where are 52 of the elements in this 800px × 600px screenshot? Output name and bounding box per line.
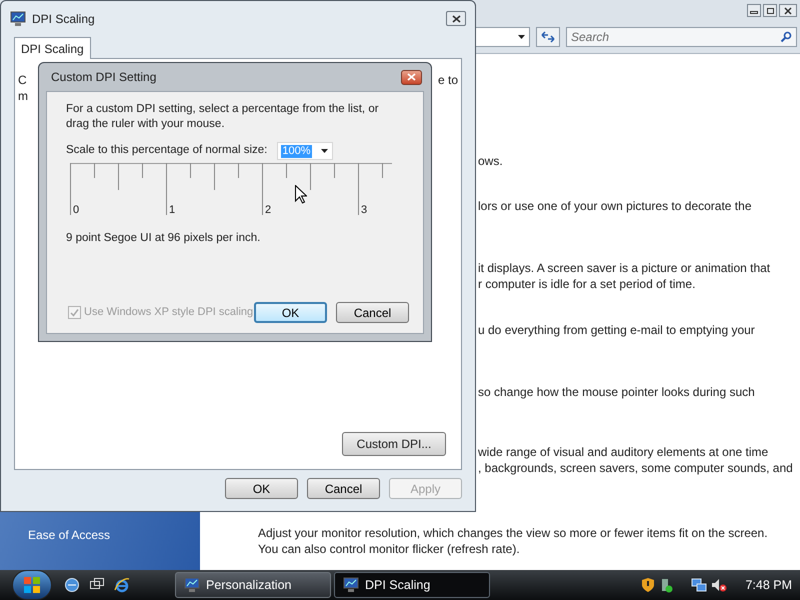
cancel-button[interactable]: Cancel: [307, 478, 380, 499]
text-fragment: C: [18, 72, 28, 88]
monitor-icon: [184, 577, 200, 593]
dialog-title: Custom DPI Setting: [51, 69, 158, 86]
start-button[interactable]: [12, 570, 52, 600]
description-text: so change how the mouse pointer looks during such: [478, 384, 756, 400]
cancel-button[interactable]: Cancel: [336, 302, 409, 323]
address-field[interactable]: [476, 27, 530, 47]
sidebar-link[interactable]: Ease of Access: [28, 526, 200, 544]
dropdown-arrow-icon: [321, 149, 328, 153]
search-icon: [780, 31, 792, 43]
scale-label: Scale to this percentage of normal size:: [66, 143, 268, 158]
taskbar-button[interactable]: DPI Scaling: [334, 572, 490, 598]
description-text: ows.: [478, 153, 504, 169]
font-info-text: 9 point Segoe UI at 96 pixels per inch.: [66, 231, 262, 246]
close-button[interactable]: [446, 11, 466, 26]
description-text: it displays. A screen saver is a picture or animation that r computer is idle for a set period of time.: [478, 260, 772, 292]
description-text: wide range of visual and auditory elements at one time , backgrounds, screen savers, some computer sounds, and: [478, 444, 794, 476]
close-icon: [452, 14, 460, 22]
network-icon[interactable]: [691, 577, 708, 593]
close-icon: [407, 73, 416, 81]
refresh-button[interactable]: [536, 27, 560, 47]
monitor-icon: [343, 577, 359, 593]
clock-text[interactable]: 7:48 PM: [745, 576, 792, 594]
ok-button[interactable]: OK: [225, 478, 298, 499]
close-button[interactable]: [779, 4, 797, 17]
refresh-arrows-icon: [541, 31, 555, 43]
mouse-pointer-icon: [295, 185, 307, 204]
speaker-muted-icon[interactable]: [711, 577, 728, 593]
text-fragment: m: [18, 88, 28, 104]
minimize-button[interactable]: [747, 4, 761, 17]
close-button[interactable]: [401, 70, 422, 84]
description-text: lors or use one of your own pictures to decorate the: [478, 198, 752, 214]
internet-explorer-icon[interactable]: [114, 577, 130, 593]
search-field[interactable]: Search: [566, 27, 797, 47]
monitor-icon: [10, 10, 26, 26]
taskbar-button[interactable]: Personalization: [175, 572, 331, 598]
window-title: DPI Scaling: [32, 10, 96, 28]
tab[interactable]: DPI Scaling: [14, 37, 91, 59]
description-text: u do everything from getting e-mail to emptying your: [478, 322, 756, 338]
restore-button[interactable]: [763, 4, 777, 17]
ruler-drawing[interactable]: 0 1 2 3: [70, 163, 392, 217]
windows-logo-icon: [23, 576, 41, 594]
checkbox-label: Use Windows XP style DPI scaling: [84, 305, 254, 320]
close-icon: [784, 6, 792, 14]
dropdown-arrow-icon: [518, 35, 525, 39]
custom-dpi-button[interactable]: Custom DPI...: [342, 432, 446, 456]
ok-button[interactable]: OK: [254, 302, 327, 323]
instruction-text: For a custom DPI setting, select a percentage from the list, or drag the ruler with your mouse.: [66, 102, 380, 132]
text-fragment: e to: [438, 72, 458, 89]
shield-icon[interactable]: [641, 577, 656, 593]
description-text: Adjust your monitor resolution, which changes the view so more or fewer items fit on the screen. You can also control monitor flicker (refresh rate).: [258, 525, 769, 557]
